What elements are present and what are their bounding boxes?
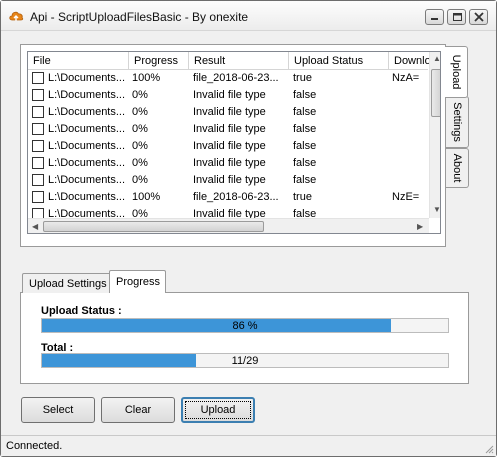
maximize-icon (453, 13, 462, 21)
column-header-upload-status[interactable]: Upload Status (289, 52, 389, 70)
table-row[interactable]: L:\Documents... 0% Invalid file type false (28, 206, 428, 218)
cell-progress: 0% (132, 174, 148, 186)
cell-upload-status: true (293, 72, 312, 84)
row-checkbox[interactable] (32, 140, 44, 152)
scroll-down-icon[interactable]: ▼ (433, 205, 440, 214)
cell-download: NzE= (392, 191, 420, 203)
row-checkbox[interactable] (32, 106, 44, 118)
column-header-file[interactable]: File (28, 52, 129, 70)
cell-upload-status: false (293, 89, 317, 101)
cloud-upload-icon (9, 11, 24, 21)
cell-download: NzA= (392, 72, 420, 84)
cell-result: Invalid file type (193, 89, 266, 101)
cell-upload-status: false (293, 123, 317, 135)
table-row[interactable]: L:\Documents... 0% Invalid file type false (28, 104, 428, 121)
cell-progress: 0% (132, 157, 148, 169)
horizontal-scrollbar[interactable]: ◀ ▶ (28, 218, 429, 233)
resize-grip-icon[interactable] (484, 444, 494, 454)
cell-progress: 100% (132, 191, 161, 203)
column-header-progress[interactable]: Progress (129, 52, 189, 70)
row-checkbox[interactable] (32, 191, 44, 203)
maximize-button[interactable] (447, 9, 466, 25)
cell-result: file_2018-06-23... (193, 72, 279, 84)
upload-status-percent: 86 % (232, 320, 258, 332)
vertical-scrollbar[interactable]: ▲ ▼ (429, 52, 440, 218)
row-checkbox[interactable] (32, 123, 44, 135)
status-text: Connected. (6, 440, 63, 452)
cell-progress: 0% (132, 123, 148, 135)
tab-upload-settings[interactable]: Upload Settings (22, 273, 113, 293)
row-checkbox[interactable] (32, 157, 44, 169)
total-progressbar: 11/29 (41, 353, 449, 368)
tab-settings[interactable]: Settings (446, 96, 469, 148)
row-checkbox[interactable] (32, 174, 44, 186)
column-header-result[interactable]: Result (189, 52, 289, 70)
clear-button[interactable]: Clear (101, 397, 175, 423)
cell-upload-status: false (293, 140, 317, 152)
upload-status-label: Upload Status : (41, 305, 122, 317)
cell-upload-status: false (293, 157, 317, 169)
table-row[interactable]: L:\Documents... 0% Invalid file type false (28, 121, 428, 138)
cell-result: Invalid file type (193, 106, 266, 118)
cell-upload-status: true (293, 191, 312, 203)
status-bar: Connected. (1, 435, 496, 456)
tab-about[interactable]: About (446, 148, 469, 188)
tab-progress[interactable]: Progress (109, 270, 167, 293)
title-bar[interactable]: Api - ScriptUploadFilesBasic - By onexit… (1, 1, 496, 31)
tab-upload[interactable]: Upload (445, 46, 468, 98)
scroll-right-icon[interactable]: ▶ (417, 222, 423, 231)
table-row[interactable]: L:\Documents... 100% file_2018-06-23... tru… (28, 189, 428, 206)
table-row[interactable]: L:\Documents... 0% Invalid file type false (28, 155, 428, 172)
cell-progress: 0% (132, 106, 148, 118)
cell-result: Invalid file type (193, 157, 266, 169)
column-header-download[interactable]: Downloa (389, 52, 429, 70)
app-window: Api - ScriptUploadFilesBasic - By onexit… (0, 0, 497, 457)
cell-upload-status: false (293, 208, 317, 218)
cell-progress: 0% (132, 89, 148, 101)
window-title: Api - ScriptUploadFilesBasic - By onexit… (30, 10, 249, 24)
horizontal-scroll-thumb[interactable] (43, 221, 264, 232)
cell-progress: 100% (132, 72, 161, 84)
row-checkbox[interactable] (32, 208, 44, 218)
row-checkbox[interactable] (32, 72, 44, 84)
cell-progress: 0% (132, 140, 148, 152)
cell-upload-status: false (293, 106, 317, 118)
upload-status-progressbar: 86 % (41, 318, 449, 333)
scroll-up-icon[interactable]: ▲ (433, 54, 440, 63)
list-header: File Progress Result Upload Status Downl… (28, 52, 429, 70)
cell-result: file_2018-06-23... (193, 191, 279, 203)
cell-result: Invalid file type (193, 140, 266, 152)
close-button[interactable] (469, 9, 488, 25)
cell-result: Invalid file type (193, 123, 266, 135)
tab-settings-label: Settings (451, 102, 463, 142)
tab-about-label: About (451, 153, 463, 183)
focus-rectangle (185, 401, 251, 419)
cell-upload-status: false (293, 174, 317, 186)
row-checkbox[interactable] (32, 89, 44, 101)
upload-button[interactable]: Upload (181, 397, 255, 423)
scroll-left-icon[interactable]: ◀ (32, 222, 38, 231)
total-count: 11/29 (231, 355, 259, 367)
select-button[interactable]: Select (21, 397, 95, 423)
tab-upload-label: Upload (450, 54, 462, 90)
vertical-scroll-thumb[interactable] (431, 69, 440, 117)
cell-result: Invalid file type (193, 174, 266, 186)
close-icon (474, 12, 484, 22)
minimize-button[interactable] (425, 9, 444, 25)
list-body: L:\Documents... 100% file_2018-06-23... tru… (28, 70, 428, 218)
table-row[interactable]: L:\Documents... 0% Invalid file type false (28, 138, 428, 155)
table-row[interactable]: L:\Documents... 0% Invalid file type false (28, 172, 428, 189)
file-list[interactable]: File Progress Result Upload Status Downl… (27, 51, 441, 234)
minimize-icon (431, 18, 438, 20)
table-row[interactable]: L:\Documents... 0% Invalid file type false (28, 87, 428, 104)
cell-result: Invalid file type (193, 208, 266, 218)
table-row[interactable]: L:\Documents... 100% file_2018-06-23... tru… (28, 70, 428, 87)
cell-progress: 0% (132, 208, 148, 218)
